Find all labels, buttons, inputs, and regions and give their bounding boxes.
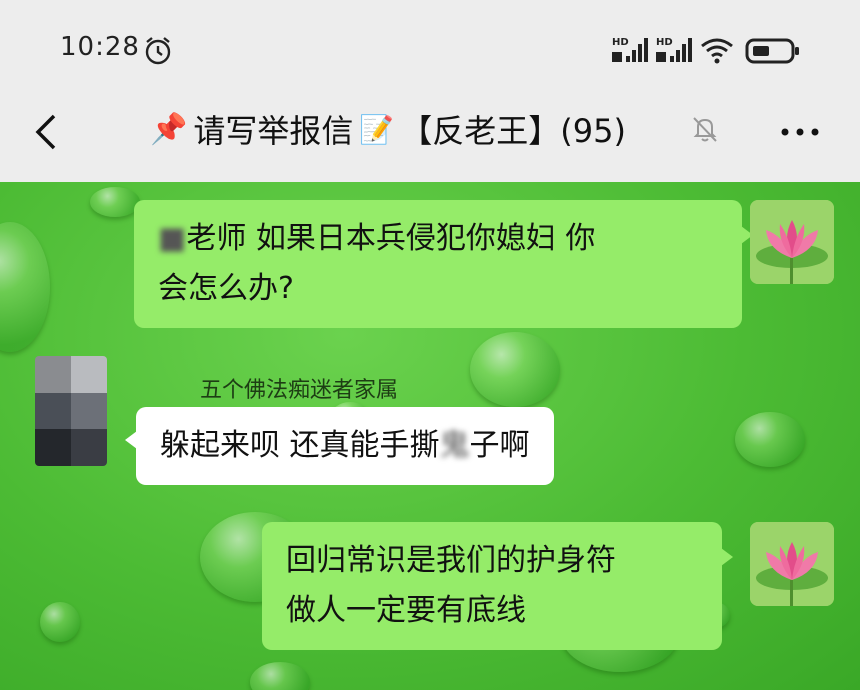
signal-icon-2: HD xyxy=(656,37,692,62)
message-text: 会怎么办? xyxy=(158,271,294,306)
status-time: 10:28 xyxy=(60,32,140,62)
redacted-char: 鬼 xyxy=(439,428,470,463)
water-drop xyxy=(90,187,140,217)
message-text: 老师 如果日本兵侵犯你媳妇 你 xyxy=(186,221,596,256)
signal-hd-label: HD xyxy=(612,37,629,48)
message-text: 子啊 xyxy=(469,428,530,463)
chat-title-group: 【反老王】(95) xyxy=(400,112,626,150)
redacted-name: ■ xyxy=(158,221,187,256)
chat-title-main: 请写举报信 xyxy=(193,112,354,150)
message-bubble-sent[interactable]: 回归常识是我们的护身符 做人一定要有底线 xyxy=(262,522,733,650)
sender-name: 五个佛法痴迷者家属 xyxy=(200,378,399,403)
chat-title-bar: 📌 请写举报信 📝 【反老王】(95) xyxy=(0,90,860,182)
my-avatar[interactable] xyxy=(750,200,834,284)
signal-icon: HD xyxy=(612,37,648,62)
memo-icon: 📝 xyxy=(359,112,395,146)
message-text: 回归常识是我们的护身符 xyxy=(286,543,616,578)
water-drop xyxy=(250,662,310,690)
chat-title: 📌 请写举报信 📝 【反老王】(95) xyxy=(150,106,626,152)
back-arrow-icon[interactable] xyxy=(30,110,66,154)
alarm-icon xyxy=(145,37,171,65)
other-avatar[interactable] xyxy=(35,356,107,466)
wifi-icon xyxy=(701,38,733,64)
battery-icon xyxy=(745,38,799,64)
lotus-avatar-image xyxy=(750,522,834,606)
status-bar: 10:28 HD HD xyxy=(0,0,860,100)
message-bubble-received[interactable]: 躲起来呗 还真能手撕鬼子啊 xyxy=(125,407,554,485)
water-drop xyxy=(470,332,560,407)
signal-hd-label-2: HD xyxy=(656,37,673,48)
message-text: 躲起来呗 还真能手撕 xyxy=(160,428,440,463)
lotus-avatar-image xyxy=(750,200,834,284)
chat-area[interactable]: ■老师 如果日本兵侵犯你媳妇 你 会怎么办? 五个佛法痴迷者家属 躲起来呗 还真… xyxy=(0,182,860,690)
message-text: 做人一定要有底线 xyxy=(286,593,526,628)
mute-bell-icon xyxy=(693,117,717,142)
water-drop xyxy=(735,412,805,467)
more-options-icon[interactable] xyxy=(775,112,825,152)
message-bubble-sent[interactable]: ■老师 如果日本兵侵犯你媳妇 你 会怎么办? xyxy=(134,200,753,328)
message-line: ■老师 如果日本兵侵犯你媳妇 你 xyxy=(158,214,718,264)
my-avatar[interactable] xyxy=(750,522,834,606)
pin-icon: 📌 xyxy=(150,111,188,147)
water-drop xyxy=(40,602,80,642)
water-drop xyxy=(0,222,50,352)
